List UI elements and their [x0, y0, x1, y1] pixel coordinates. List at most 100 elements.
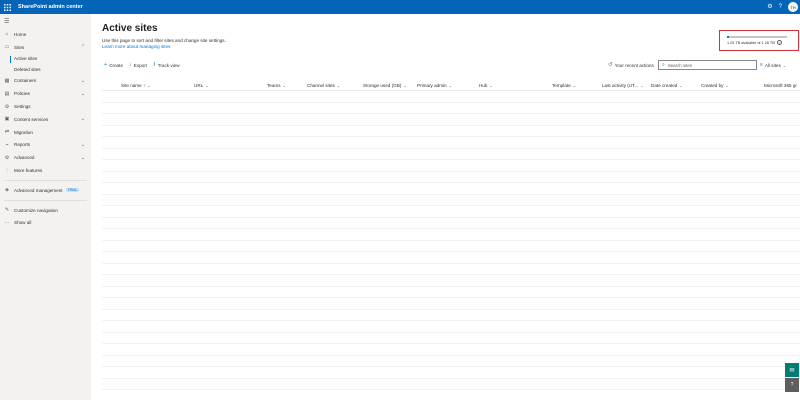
- nav-label: Containers: [14, 78, 37, 84]
- table-row: [102, 241, 800, 252]
- nav-label: Policies: [14, 91, 30, 97]
- table-row: [102, 218, 800, 229]
- column-header-teams[interactable]: Teams ⌄: [267, 80, 286, 91]
- table-row: [102, 264, 800, 275]
- more-features-icon: ⋮: [4, 167, 10, 174]
- table-row: [102, 206, 800, 218]
- column-header-storage-used[interactable]: Storage used (GB) ⌄: [363, 80, 407, 91]
- chevron-down-icon: ⌄: [725, 83, 729, 88]
- trial-badge: TRIAL: [65, 188, 80, 193]
- nav-item-containers[interactable]: ▦ Containers ⌄: [0, 75, 91, 88]
- chevron-down-icon: ⌄: [782, 62, 787, 68]
- search-input[interactable]: ⌕ Search sites: [658, 60, 757, 70]
- edit-icon: ✎: [4, 207, 10, 214]
- table-row: [102, 287, 800, 298]
- table-row: [102, 91, 800, 103]
- storage-bar-fill: [727, 36, 729, 38]
- nav-label: Sites: [14, 44, 25, 50]
- nav-item-deleted-sites[interactable]: Deleted sites: [0, 64, 91, 75]
- nav-item-active-sites[interactable]: Active sites: [0, 54, 91, 65]
- nav-item-advanced[interactable]: ⚙ Advanced ⌄: [0, 151, 91, 164]
- table-row: [102, 126, 800, 137]
- nav-item-policies[interactable]: ▤ Policies ⌄: [0, 87, 91, 100]
- export-button[interactable]: ↓ Export: [129, 62, 147, 68]
- column-label: Hub: [479, 83, 488, 88]
- nav-divider: [4, 199, 87, 201]
- chevron-down-icon: ⌄: [147, 83, 151, 88]
- column-label: Template: [552, 83, 571, 88]
- chevron-down-icon: ⌄: [640, 83, 644, 88]
- help-icon[interactable]: ?: [779, 0, 782, 14]
- column-header-created-by[interactable]: Created by ⌄: [701, 80, 729, 91]
- learn-more-link[interactable]: Learn more about managing sites: [102, 44, 170, 49]
- history-icon: ↺: [608, 62, 613, 68]
- app-launcher-icon[interactable]: [0, 0, 14, 14]
- chevron-down-icon: ⌄: [336, 83, 341, 88]
- filter-icon: ≡: [760, 62, 763, 68]
- table-row: [102, 137, 800, 149]
- feedback-button[interactable]: ✉: [785, 363, 799, 377]
- nav-label: Deleted sites: [14, 66, 41, 72]
- nav-item-home[interactable]: ⌂ Home: [0, 28, 91, 41]
- nav-label: Advanced: [14, 155, 35, 161]
- recent-actions-button[interactable]: ↺ Your recent actions: [608, 59, 654, 71]
- table-row: [102, 149, 800, 160]
- chevron-down-icon: ⌄: [80, 116, 85, 123]
- search-icon: ⌕: [662, 62, 665, 68]
- column-header-hub[interactable]: Hub ⌄: [479, 80, 493, 91]
- chat-icon: ✉: [789, 367, 795, 374]
- column-header-date-created[interactable]: Date created ⌄: [651, 80, 683, 91]
- nav-item-more-features[interactable]: ⋮ More features: [0, 164, 91, 177]
- nav-item-content-services[interactable]: ▣ Content services ⌄: [0, 113, 91, 126]
- ellipsis-icon: ···: [4, 219, 10, 226]
- column-header-channel-sites[interactable]: Channel sites ⌄: [307, 80, 340, 91]
- track-view-label: Track view: [157, 62, 180, 68]
- chevron-down-icon: ⌄: [80, 77, 85, 84]
- hamburger-icon[interactable]: ☰: [0, 14, 91, 28]
- view-filter-dropdown[interactable]: ≡ All sites ⌄: [760, 60, 786, 70]
- table-row: [102, 379, 800, 390]
- home-icon: ⌂: [5, 31, 9, 38]
- storage-text: 1.25 TB available of 1.26 TB: [727, 40, 775, 45]
- nav-label: Advanced management: [14, 187, 63, 193]
- column-label: Date created: [651, 83, 678, 88]
- nav-item-migration[interactable]: ⇄ Migration: [0, 126, 91, 139]
- nav-item-show-all[interactable]: ··· Show all: [0, 217, 91, 230]
- column-label: Microsoft 365 gr: [764, 83, 797, 88]
- table-row: [102, 252, 800, 264]
- nav-label: More features: [14, 168, 43, 174]
- advanced-icon: ⚙: [4, 154, 10, 161]
- nav-item-settings[interactable]: ⚙ Settings: [0, 100, 91, 113]
- column-label: Primary admin: [417, 83, 447, 88]
- column-header-template[interactable]: Template ⌄: [552, 80, 576, 91]
- avatar[interactable]: TH: [788, 2, 798, 12]
- nav-item-customize-navigation[interactable]: ✎ Customize navigation: [0, 204, 91, 217]
- plus-icon: +: [104, 62, 108, 68]
- gear-icon[interactable]: ⚙: [767, 0, 772, 14]
- nav-item-advanced-management[interactable]: ◈ Advanced management TRIAL: [0, 184, 91, 197]
- left-nav: ☰ ⌂ Home ▭ Sites ⌃ Active sites Deleted …: [0, 14, 91, 400]
- chevron-down-icon: ⌄: [282, 83, 286, 88]
- help-panel-button[interactable]: ?: [785, 378, 799, 392]
- table-row: [102, 344, 800, 356]
- containers-icon: ▦: [4, 77, 10, 84]
- nav-item-sites[interactable]: ▭ Sites ⌃: [0, 41, 91, 54]
- nav-item-reports[interactable]: ⌁ Reports ⌄: [0, 139, 91, 152]
- info-icon[interactable]: i: [776, 40, 782, 45]
- column-header-primary-admin[interactable]: Primary admin ⌄: [417, 80, 452, 91]
- create-button[interactable]: + Create: [104, 62, 123, 68]
- nav-label: Content services: [14, 116, 49, 122]
- command-bar: + Create ↓ Export ⌇ Track view: [104, 59, 180, 71]
- column-label: Teams: [267, 83, 281, 88]
- column-header-site-name[interactable]: Site name ↑ ⌄: [121, 80, 151, 91]
- table-row: [102, 275, 800, 287]
- column-header-url[interactable]: URL ⌄: [194, 80, 209, 91]
- nav-label: Customize navigation: [14, 207, 58, 213]
- track-view-button[interactable]: ⌇ Track view: [153, 62, 179, 68]
- nav-label: Settings: [14, 104, 31, 110]
- table-row: [102, 195, 800, 206]
- column-header-last-activity[interactable]: Last activity (UT... ⌄: [602, 80, 644, 91]
- export-label: Export: [133, 62, 148, 68]
- column-header-m365-group[interactable]: Microsoft 365 gr: [764, 80, 797, 91]
- app-title[interactable]: SharePoint admin center: [18, 4, 83, 10]
